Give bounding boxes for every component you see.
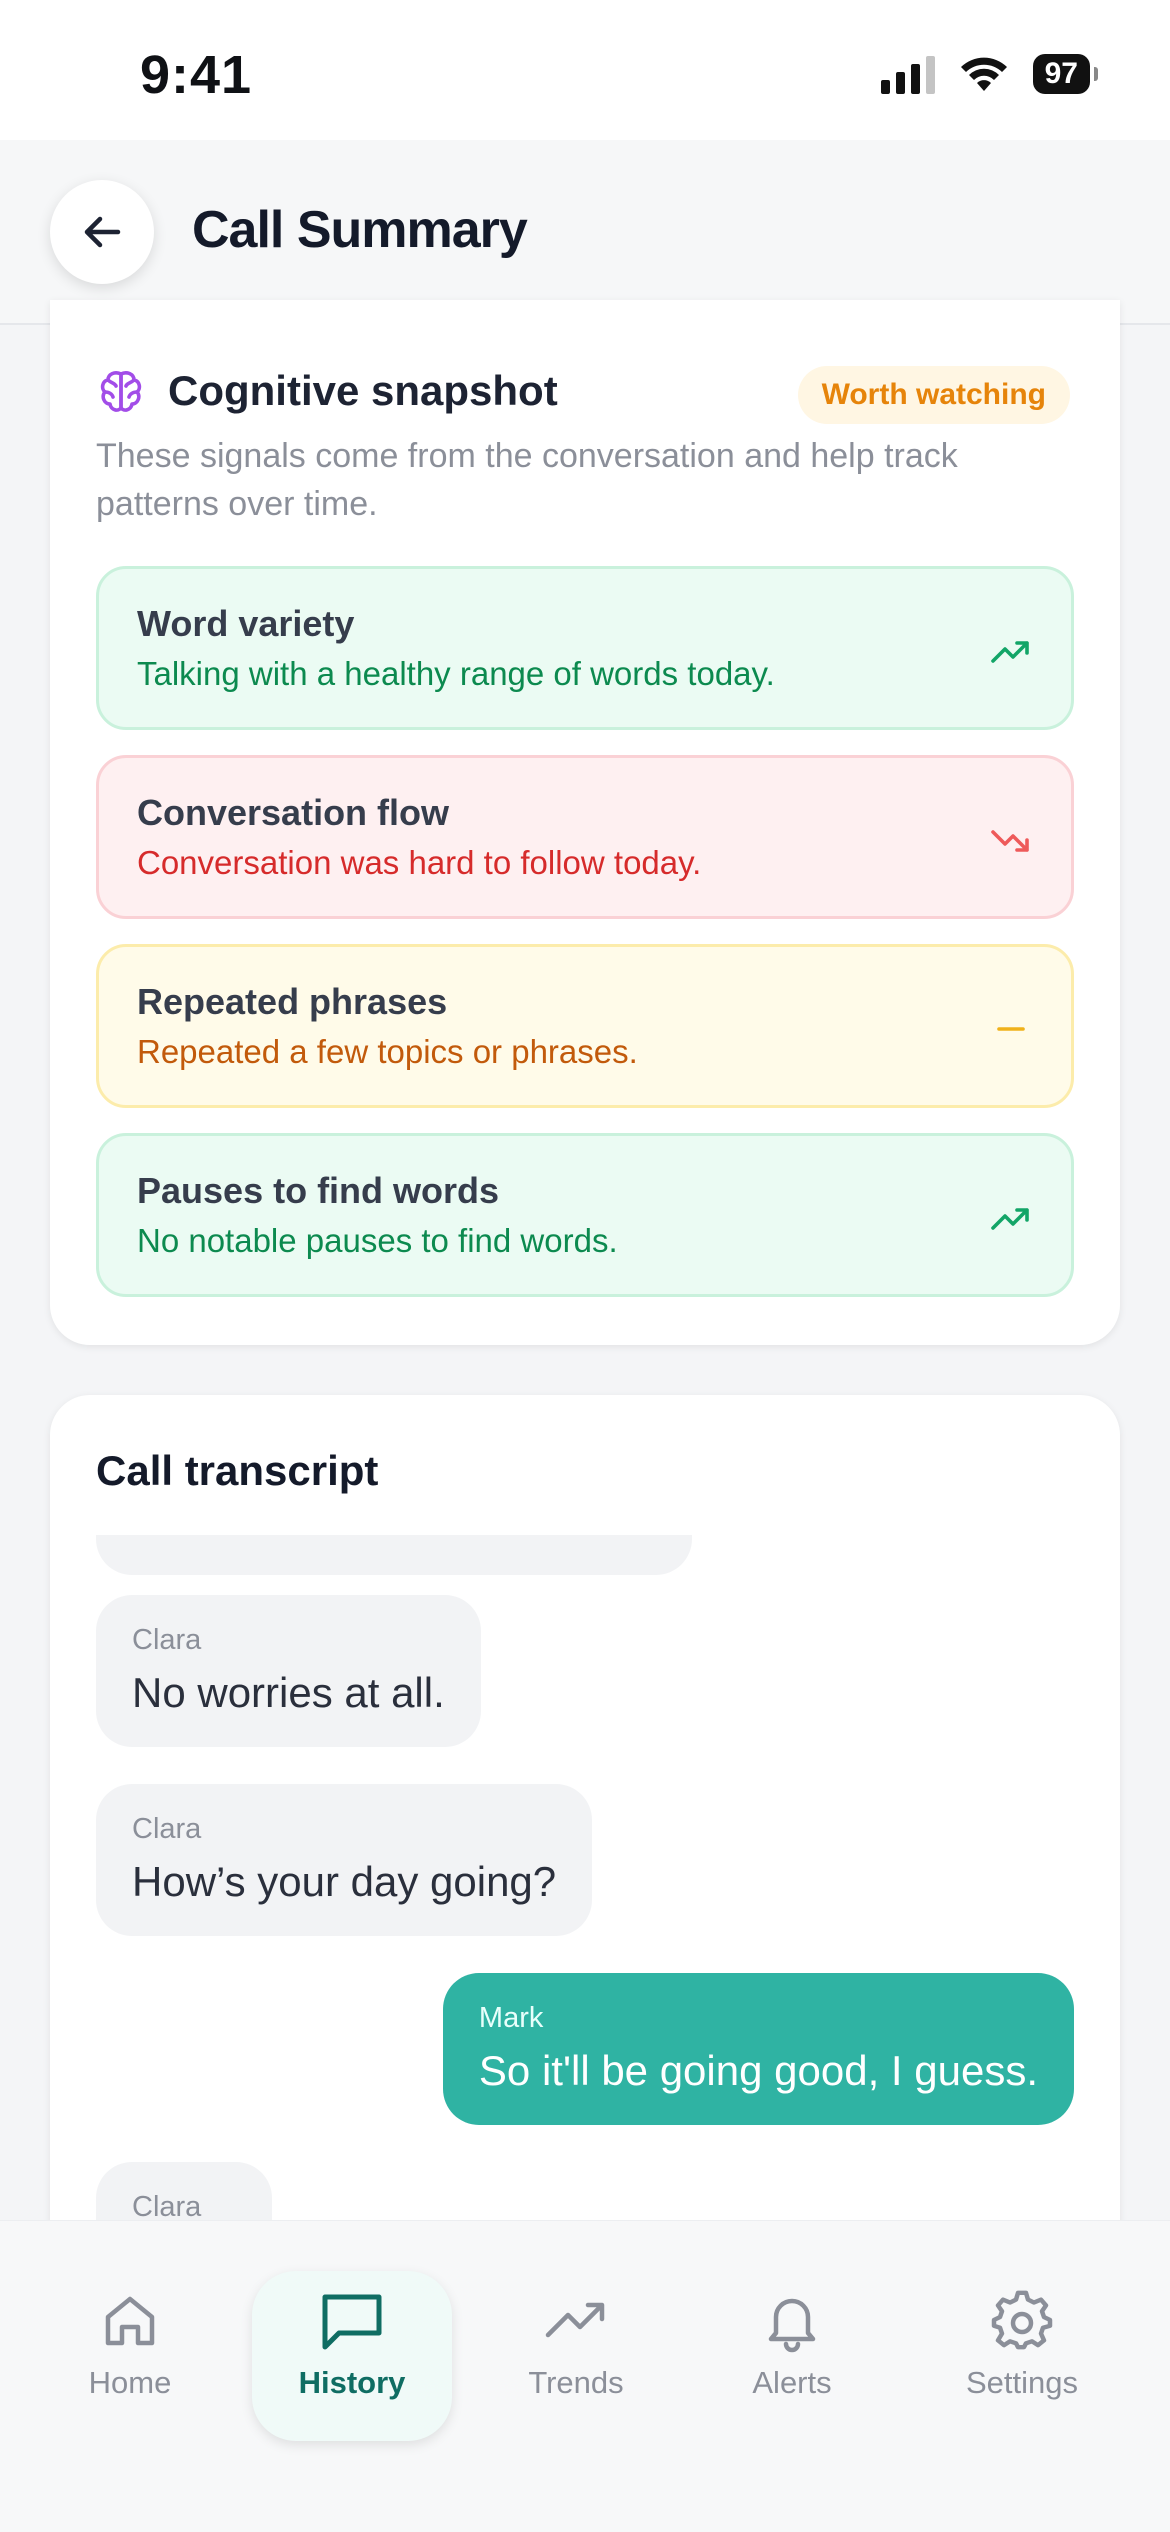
speaker-name: Mark: [478, 2002, 544, 2034]
signal-title: Pauses to find words: [137, 1170, 500, 1211]
snapshot-header: Cognitive snapshot: [96, 366, 558, 416]
minus-icon: [997, 1027, 1025, 1031]
chat-bubble-clara: Clara How’s your day going?: [96, 1784, 593, 1936]
chat-bubble-mark: Mark So it'll be going good, I guess.: [442, 1973, 1074, 2125]
arrow-left-icon: [84, 216, 121, 248]
signal-detail: Talking with a healthy range of words to…: [137, 655, 775, 692]
snapshot-description: These signals come from the conversation…: [96, 437, 958, 523]
signal-title: Word variety: [137, 603, 355, 644]
tab-label: Alerts: [752, 2365, 832, 2400]
status-bar: 9:41 97: [0, 0, 1170, 140]
tab-label: History: [298, 2365, 406, 2400]
trending-up-icon: [545, 2302, 605, 2338]
chat-bubble-partial: [96, 1535, 692, 1575]
tab-trends[interactable]: Trends: [476, 2271, 676, 2441]
chat-bubble-clara: Clara No worries at all.: [96, 1595, 481, 1747]
signal-card-pauses[interactable]: Pauses to find words No notable pauses t…: [96, 1133, 1074, 1297]
trending-up-icon: [991, 1208, 1029, 1230]
message-text: No worries at all.: [132, 1669, 445, 1716]
tab-settings[interactable]: Settings: [922, 2271, 1122, 2441]
cellular-signal-icon: [880, 54, 935, 94]
snapshot-title: Cognitive snapshot: [168, 367, 558, 414]
signal-detail: Conversation was hard to follow today.: [137, 844, 702, 881]
message-text: How’s your day going?: [132, 1858, 557, 1905]
signal-card-conversation-flow[interactable]: Conversation flow Conversation was hard …: [96, 755, 1074, 919]
tab-history[interactable]: History: [252, 2271, 452, 2441]
status-badge: Worth watching: [797, 366, 1070, 424]
signal-card-repeated-phrases[interactable]: Repeated phrases Repeated a few topics o…: [96, 944, 1074, 1108]
home-icon: [105, 2296, 155, 2346]
battery-indicator: 97: [1032, 54, 1099, 94]
gear-icon: [991, 2290, 1053, 2350]
tab-home[interactable]: Home: [30, 2271, 230, 2441]
brain-icon: [100, 371, 142, 412]
trending-up-icon: [991, 641, 1029, 663]
speaker-name: Clara: [132, 1624, 202, 1656]
tab-label: Settings: [965, 2365, 1078, 2400]
tab-label: Home: [88, 2365, 172, 2400]
header: Call Summary: [0, 140, 1170, 325]
signal-title: Conversation flow: [137, 792, 450, 833]
signal-detail: No notable pauses to find words.: [137, 1222, 618, 1259]
tab-label: Trends: [528, 2365, 624, 2400]
speaker-name: Clara: [132, 1813, 202, 1845]
chat-bubble-icon: [322, 2294, 382, 2350]
status-icons: 97: [880, 54, 1099, 94]
cognitive-snapshot-card: Cognitive snapshot Worth watching These …: [50, 300, 1120, 1345]
tab-alerts[interactable]: Alerts: [692, 2271, 892, 2441]
bottom-tab-bar: Home History Trends Alerts Settings: [0, 2220, 1170, 2532]
message-text: So it'll be going good, I guess.: [478, 2047, 1038, 2094]
transcript-title: Call transcript: [96, 1447, 379, 1494]
trending-down-icon: [991, 830, 1029, 852]
signal-detail: Repeated a few topics or phrases.: [137, 1033, 638, 1070]
signal-card-word-variety[interactable]: Word variety Talking with a healthy rang…: [96, 566, 1074, 730]
page-title: Call Summary: [192, 201, 528, 259]
wifi-icon: [960, 57, 1007, 91]
bell-icon: [768, 2298, 816, 2353]
back-button[interactable]: [50, 180, 154, 284]
status-time: 9:41: [140, 45, 253, 105]
signal-title: Repeated phrases: [137, 981, 448, 1022]
